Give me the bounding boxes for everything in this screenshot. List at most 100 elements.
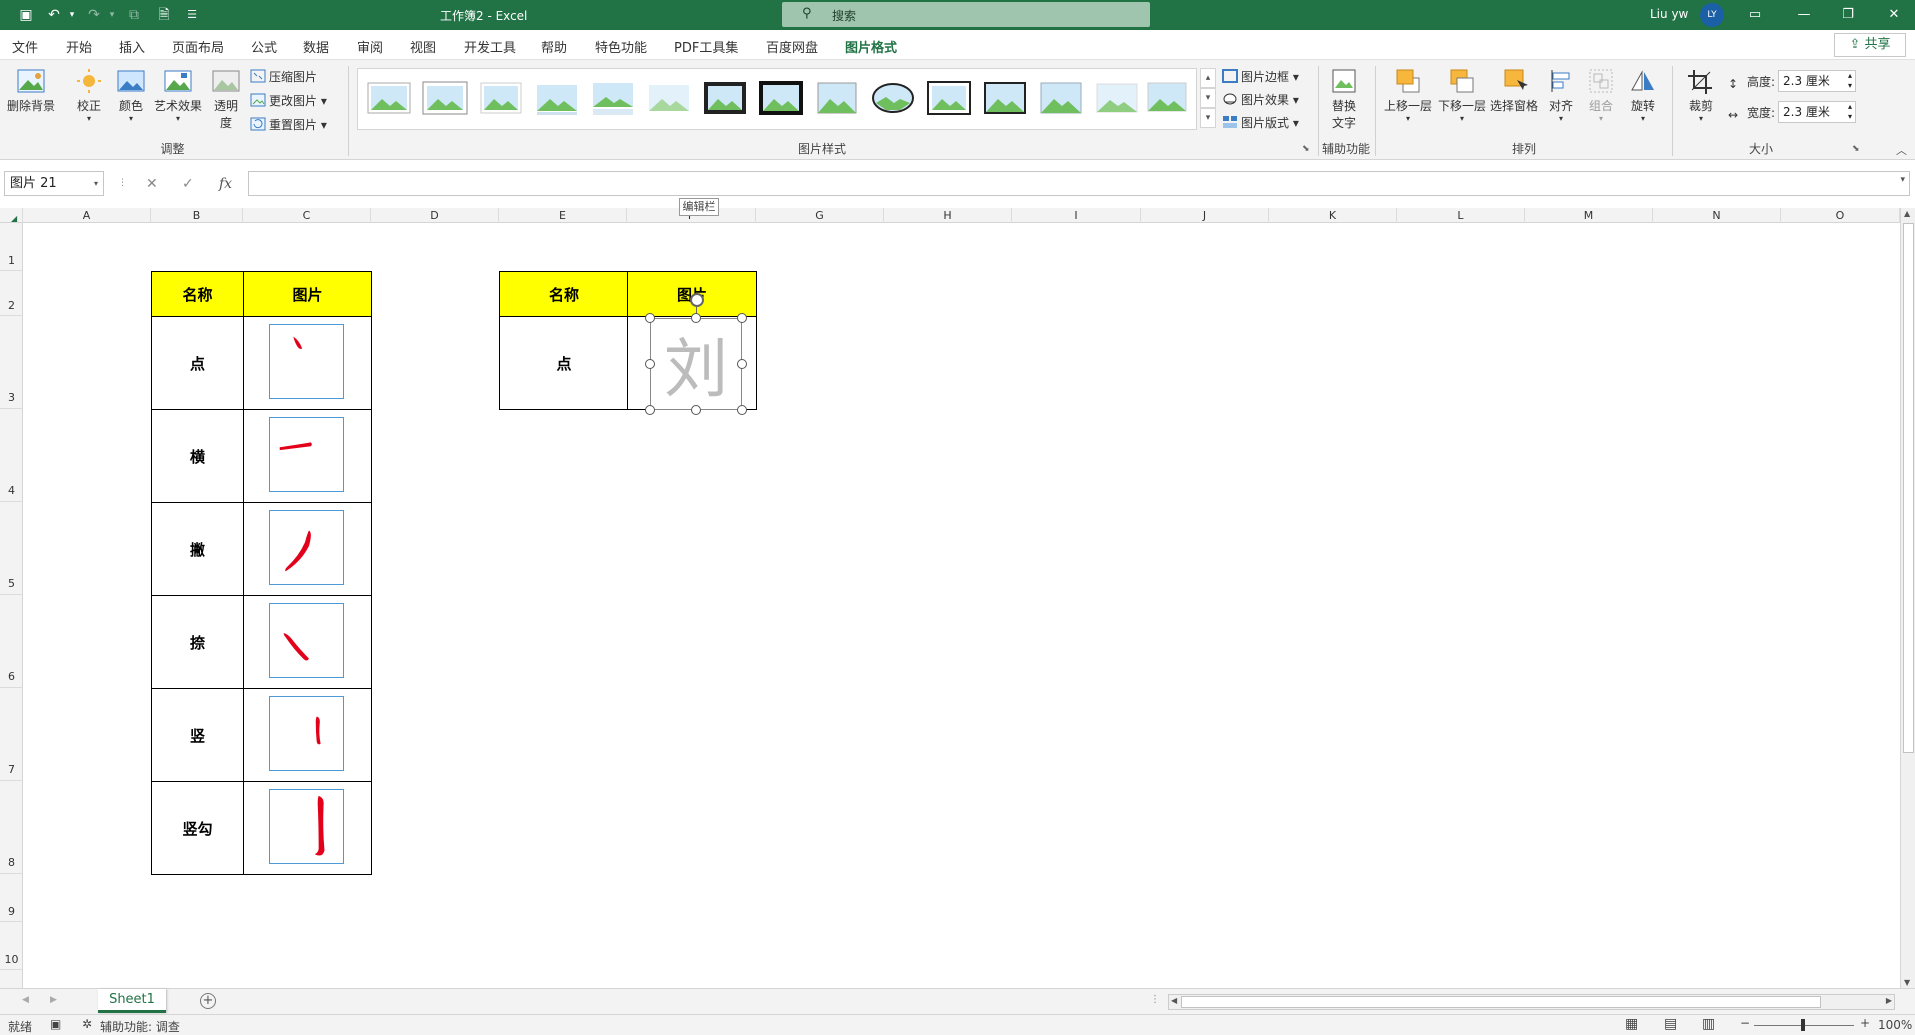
accessibility-status[interactable]: 辅助功能: 调查 bbox=[100, 1018, 180, 1035]
formula-input[interactable]: ▾ bbox=[248, 171, 1910, 196]
column-header[interactable]: E bbox=[499, 208, 627, 223]
style-thumb-11[interactable] bbox=[926, 79, 972, 117]
save-icon[interactable]: ▣ bbox=[16, 5, 36, 25]
accessibility-icon[interactable]: ✲ bbox=[82, 1017, 92, 1031]
corrections-button[interactable]: 校正 ▾ bbox=[72, 68, 106, 123]
avatar[interactable]: LY bbox=[1700, 3, 1724, 27]
document-icon[interactable]: 🗎 bbox=[154, 5, 174, 25]
width-spinner-icon[interactable]: ▴ ▾ bbox=[1848, 102, 1852, 122]
zoom-slider-thumb[interactable] bbox=[1801, 1019, 1805, 1031]
row-header[interactable]: 2 bbox=[0, 271, 23, 316]
remove-background-button[interactable]: 删除背景 bbox=[6, 68, 56, 114]
column-header[interactable]: K bbox=[1269, 208, 1397, 223]
resize-handle[interactable] bbox=[645, 359, 655, 369]
style-thumb-4[interactable] bbox=[534, 79, 580, 117]
style-thumb-10[interactable] bbox=[870, 79, 916, 117]
artistic-effects-button[interactable]: 艺术效果 ▾ bbox=[152, 68, 204, 123]
style-thumb-8[interactable] bbox=[758, 79, 804, 117]
tab-file[interactable]: 文件 bbox=[12, 37, 38, 56]
macro-record-icon[interactable]: ▣ bbox=[50, 1017, 61, 1031]
page-break-view-icon[interactable]: ▥ bbox=[1702, 1016, 1715, 1032]
table2-header-name[interactable]: 名称 bbox=[499, 271, 629, 317]
rotate-handle-icon[interactable] bbox=[690, 293, 704, 307]
rotate-button[interactable]: 旋转 ▾ bbox=[1626, 68, 1660, 123]
style-thumb-7[interactable] bbox=[702, 79, 748, 117]
table1-name-cell[interactable]: 撇 bbox=[151, 502, 244, 596]
row-header[interactable]: 9 bbox=[0, 874, 23, 922]
height-input[interactable]: 2.3 厘米 ▴ ▾ bbox=[1778, 70, 1856, 92]
tab-special[interactable]: 特色功能 bbox=[595, 37, 647, 56]
selected-picture[interactable]: 刘 bbox=[650, 318, 742, 410]
style-thumb-2[interactable] bbox=[422, 79, 468, 117]
enter-icon[interactable]: ✓ bbox=[182, 176, 194, 192]
minimize-icon[interactable]: — bbox=[1790, 3, 1818, 27]
column-header[interactable]: J bbox=[1141, 208, 1269, 223]
vertical-scroll-thumb[interactable] bbox=[1903, 223, 1914, 753]
tab-view[interactable]: 视图 bbox=[410, 37, 436, 56]
column-header[interactable]: A bbox=[23, 208, 151, 223]
insert-function-icon[interactable]: fx bbox=[219, 176, 232, 192]
size-dialog-launcher-icon[interactable]: ⬊ bbox=[1852, 144, 1860, 154]
column-header[interactable]: O bbox=[1781, 208, 1900, 223]
tab-page-layout[interactable]: 页面布局 bbox=[172, 37, 224, 56]
table1-header-picture[interactable]: 图片 bbox=[243, 271, 372, 317]
stroke-horizontal-picture[interactable] bbox=[269, 417, 344, 492]
zoom-in-icon[interactable]: + bbox=[1860, 1016, 1870, 1030]
horizontal-scroll-thumb[interactable] bbox=[1181, 996, 1821, 1008]
picture-border-button[interactable]: 图片边框 ▾ bbox=[1222, 68, 1299, 85]
tab-formulas[interactable]: 公式 bbox=[251, 37, 277, 56]
scroll-up-icon[interactable]: ▲ bbox=[1904, 209, 1910, 218]
color-button[interactable]: 颜色 ▾ bbox=[114, 68, 148, 123]
table1-name-cell[interactable]: 捺 bbox=[151, 595, 244, 689]
style-thumb-12[interactable] bbox=[982, 79, 1028, 117]
name-box-dropdown-icon[interactable]: ▾ bbox=[94, 172, 98, 195]
column-header[interactable]: C bbox=[243, 208, 371, 223]
column-header[interactable]: N bbox=[1653, 208, 1781, 223]
normal-view-icon[interactable]: ▦ bbox=[1625, 1016, 1638, 1032]
stroke-right-falling-picture[interactable] bbox=[269, 603, 344, 678]
column-header[interactable]: L bbox=[1397, 208, 1525, 223]
row-header[interactable]: 8 bbox=[0, 781, 23, 874]
resize-handle[interactable] bbox=[691, 405, 701, 415]
style-thumb-14[interactable] bbox=[1094, 79, 1140, 117]
change-picture-button[interactable]: 更改图片 ▾ bbox=[250, 92, 327, 109]
tab-review[interactable]: 审阅 bbox=[357, 37, 383, 56]
resize-handle[interactable] bbox=[737, 359, 747, 369]
styles-dialog-launcher-icon[interactable]: ⬊ bbox=[1302, 144, 1310, 154]
stroke-vertical-hook-picture[interactable] bbox=[269, 789, 344, 864]
style-thumb-3[interactable] bbox=[478, 79, 524, 117]
row-header[interactable]: 1 bbox=[0, 223, 23, 271]
style-thumb-13[interactable] bbox=[1038, 79, 1084, 117]
page-layout-view-icon[interactable]: ▤ bbox=[1664, 1016, 1677, 1032]
column-header[interactable]: B bbox=[151, 208, 243, 223]
tab-baidu[interactable]: 百度网盘 bbox=[766, 37, 818, 56]
style-thumb-1[interactable] bbox=[366, 79, 412, 117]
reset-picture-button[interactable]: 重置图片 ▾ bbox=[250, 116, 327, 133]
table2-name-cell[interactable]: 点 bbox=[499, 316, 629, 410]
stroke-left-falling-picture[interactable] bbox=[269, 510, 344, 585]
row-header[interactable]: 5 bbox=[0, 502, 23, 595]
row-header[interactable]: 6 bbox=[0, 595, 23, 688]
resize-handle[interactable] bbox=[645, 405, 655, 415]
tab-data[interactable]: 数据 bbox=[303, 37, 329, 56]
customize-toolbar-icon[interactable]: ☰ bbox=[182, 5, 202, 25]
width-input[interactable]: 2.3 厘米 ▴ ▾ bbox=[1778, 101, 1856, 123]
column-header[interactable]: H bbox=[884, 208, 1012, 223]
transparency-button[interactable]: 透明 度 bbox=[208, 68, 244, 131]
resize-handle[interactable] bbox=[645, 313, 655, 323]
style-thumb-9[interactable] bbox=[814, 79, 860, 117]
horizontal-scrollbar[interactable]: ◀ ▶ bbox=[1168, 994, 1895, 1010]
zoom-out-icon[interactable]: − bbox=[1740, 1016, 1750, 1030]
row-header[interactable]: 10 bbox=[0, 922, 23, 970]
table1-name-cell[interactable]: 横 bbox=[151, 409, 244, 503]
tab-pdf[interactable]: PDF工具集 bbox=[674, 37, 738, 56]
collapse-ribbon-icon[interactable]: ︿ bbox=[1896, 142, 1907, 158]
alt-text-button[interactable]: 替换 文字 bbox=[1326, 68, 1362, 131]
table1-name-cell[interactable]: 竖 bbox=[151, 688, 244, 782]
column-header[interactable]: D bbox=[371, 208, 499, 223]
bring-forward-button[interactable]: 上移一层 ▾ bbox=[1382, 68, 1434, 123]
tab-developer[interactable]: 开发工具 bbox=[464, 37, 516, 56]
style-thumb-6[interactable] bbox=[646, 79, 692, 117]
share-button[interactable]: ⇪ 共享 bbox=[1834, 33, 1906, 57]
close-icon[interactable]: ✕ bbox=[1880, 3, 1908, 27]
